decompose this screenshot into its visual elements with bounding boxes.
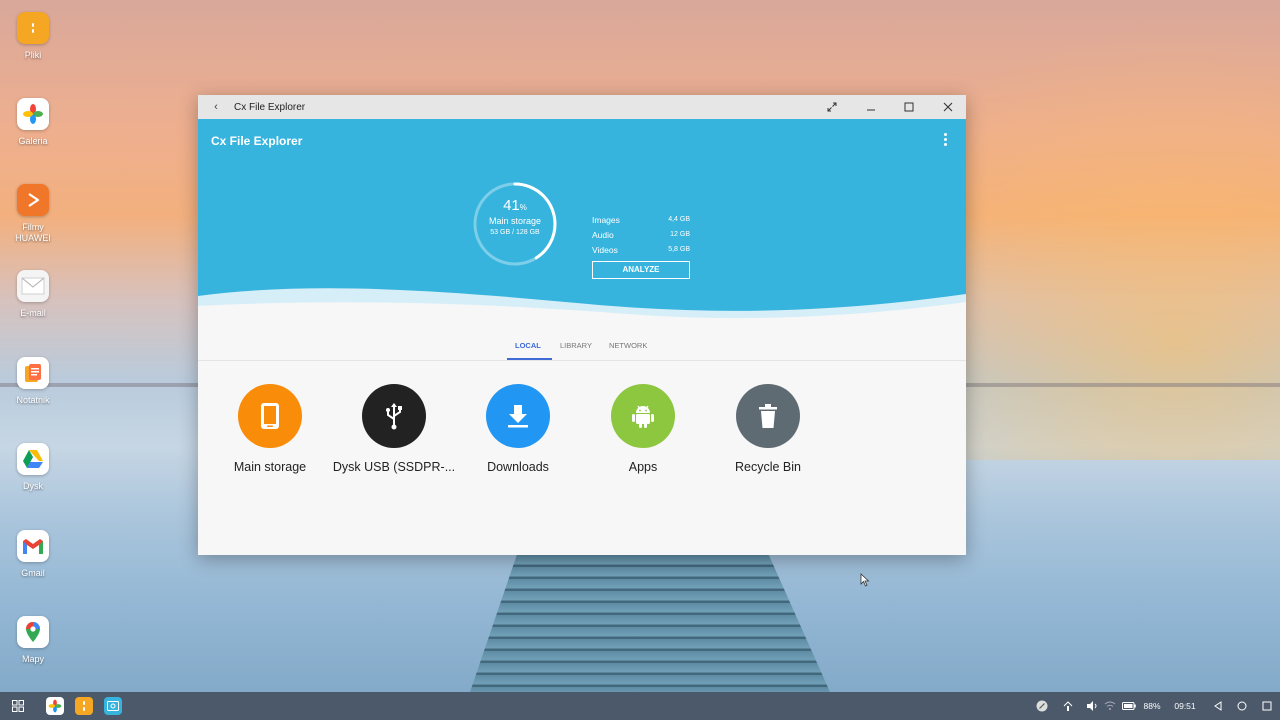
desktop-icon-label: Filmy HUAWEI xyxy=(15,222,51,243)
cx-file-explorer-window: ‹ Cx File Explorer Cx File Explorer 41% … xyxy=(198,95,966,555)
download-icon xyxy=(486,384,550,448)
location-name: Recycle Bin xyxy=(735,460,801,474)
wifi-icon[interactable] xyxy=(1102,692,1118,720)
volume-icon[interactable] xyxy=(1084,692,1100,720)
mouse-pointer-icon xyxy=(860,573,870,587)
fullscreen-icon[interactable] xyxy=(817,95,847,119)
video-play-icon xyxy=(17,184,49,216)
minimize-button[interactable] xyxy=(856,95,886,119)
desktop-icon-pliki[interactable]: Pliki xyxy=(6,12,60,61)
desktop-icon-mapy[interactable]: Mapy xyxy=(6,616,60,665)
cx-explorer-icon xyxy=(104,697,122,715)
desktop-icon-email[interactable]: E-mail xyxy=(6,270,60,319)
app-launcher-icon[interactable] xyxy=(8,692,28,720)
maximize-button[interactable] xyxy=(894,95,924,119)
location-recycle-bin[interactable]: Recycle Bin xyxy=(706,384,830,474)
header-wave xyxy=(198,288,966,336)
back-icon[interactable]: ‹ xyxy=(208,101,224,113)
notepad-icon xyxy=(17,357,49,389)
nav-recents-icon[interactable] xyxy=(1259,692,1275,720)
storage-label: Main storage xyxy=(488,216,542,226)
window-title: Cx File Explorer xyxy=(234,101,306,113)
desktop-icon-galeria[interactable]: Galeria xyxy=(6,98,60,147)
storage-percent: 41% xyxy=(503,197,527,214)
nav-home-icon[interactable] xyxy=(1234,692,1250,720)
desktop-icon-label: Mapy xyxy=(21,654,44,664)
battery-icon xyxy=(1121,692,1137,720)
taskbar: 88% 09:51 xyxy=(0,692,1280,720)
tab-library[interactable]: LIBRARY xyxy=(560,341,592,350)
battery-percent: 88% xyxy=(1143,701,1161,711)
usb-icon xyxy=(362,384,426,448)
clock[interactable]: 09:51 xyxy=(1171,692,1199,720)
storage-breakdown: Images 4,4 GB Audio 12 GB Videos 5,8 GB xyxy=(592,214,690,259)
storage-summary: 41% Main storage 53 GB / 128 GB xyxy=(473,182,557,266)
window-titlebar[interactable]: ‹ Cx File Explorer xyxy=(198,95,966,119)
files-icon xyxy=(75,697,93,715)
gallery-icon xyxy=(17,98,49,130)
desktop-icon-label: Notatnik xyxy=(16,395,50,405)
storage-header: Cx File Explorer 41% Main storage 53 GB … xyxy=(198,119,966,336)
location-name: Downloads xyxy=(487,460,549,474)
google-drive-icon xyxy=(17,443,49,475)
location-name: Apps xyxy=(628,460,658,474)
nav-back-icon[interactable] xyxy=(1210,692,1226,720)
desktop-icon-label: Dysk xyxy=(23,481,43,491)
desktop-icon-gmail[interactable]: Gmail xyxy=(6,530,60,579)
stat-row-videos: Videos 5,8 GB xyxy=(592,245,690,255)
tab-local[interactable]: LOCAL xyxy=(515,341,541,350)
stylus-icon[interactable] xyxy=(1034,692,1050,720)
desktop-icon-label: E-mail xyxy=(20,308,46,318)
taskbar-app-gallery[interactable] xyxy=(45,692,65,720)
desktop-icon-label: Pliki xyxy=(24,50,42,60)
desktop-icon-label: Galeria xyxy=(18,136,48,146)
maps-pin-icon xyxy=(17,616,49,648)
tablet-icon xyxy=(238,384,302,448)
connectivity-icon[interactable] xyxy=(1060,692,1076,720)
wallpaper-pier xyxy=(470,555,830,692)
gmail-icon xyxy=(17,530,49,562)
close-button[interactable] xyxy=(933,95,963,119)
more-options-icon[interactable] xyxy=(940,133,950,149)
android-icon xyxy=(611,384,675,448)
taskbar-app-cx-file-explorer[interactable] xyxy=(103,692,123,720)
tab-active-indicator xyxy=(507,358,552,360)
desktop-icon-dysk[interactable]: Dysk xyxy=(6,443,60,492)
analyze-button[interactable]: ANALYZE xyxy=(592,261,690,279)
location-name: Main storage xyxy=(233,460,307,474)
location-tabs: LOCAL LIBRARY NETWORK xyxy=(198,331,966,361)
location-downloads[interactable]: Downloads xyxy=(456,384,580,474)
files-icon xyxy=(17,12,49,44)
stat-row-images: Images 4,4 GB xyxy=(592,215,690,225)
location-main-storage[interactable]: Main storage xyxy=(208,384,332,474)
desktop-icon-label: Gmail xyxy=(21,568,45,578)
desktop-icon-filmy[interactable]: Filmy HUAWEI xyxy=(6,184,60,244)
storage-usage: 53 GB / 128 GB xyxy=(490,229,540,236)
location-usb-drive[interactable]: Dysk USB (SSDPR-... xyxy=(332,384,456,474)
location-name: Dysk USB (SSDPR-... xyxy=(332,460,456,474)
stat-row-audio: Audio 12 GB xyxy=(592,230,690,240)
trash-icon xyxy=(736,384,800,448)
tab-network[interactable]: NETWORK xyxy=(609,341,647,350)
envelope-icon xyxy=(17,270,49,302)
app-title: Cx File Explorer xyxy=(211,134,303,148)
desktop-icon-notatnik[interactable]: Notatnik xyxy=(6,357,60,406)
taskbar-app-files[interactable] xyxy=(74,692,94,720)
storage-locations: Main storage Dysk USB (SSDPR-... Downloa… xyxy=(198,384,966,484)
location-apps[interactable]: Apps xyxy=(581,384,705,474)
gallery-icon xyxy=(46,697,64,715)
